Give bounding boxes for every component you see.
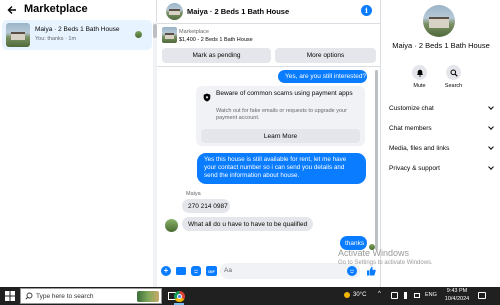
search-icon[interactable] [446,65,461,80]
message-input-placeholder: Aa [224,267,232,274]
scam-warning-body: Watch out for fake emails or requests to… [216,108,347,121]
listing-thumbnail [6,23,30,47]
details-menu: Customize chat Chat members Media, files… [389,98,495,178]
chevron-down-icon [488,144,494,150]
page-title: Marketplace [24,3,88,15]
details-avatar[interactable] [423,5,455,37]
like-icon[interactable] [365,265,376,276]
windows-taskbar: Type here to search 30°C ^ ENG 9:43 PM 1… [0,287,500,305]
clock-date[interactable]: 10/4/2024 [444,296,470,302]
taskbar-search-box[interactable]: Type here to search [20,288,162,304]
info-icon[interactable]: i [361,5,372,16]
network-icon[interactable] [391,292,398,299]
scam-warning-card: Beware of common scams using payment app… [196,86,365,146]
mark-as-pending-button[interactable]: Mark as pending [162,48,271,63]
chat-panel: Maiya · 2 Beds 1 Bath House i Marketplac… [157,0,380,287]
activate-windows-subtitle: Go to Settings to activate Windows. [338,260,433,266]
taskbar-search-placeholder: Type here to search [36,293,94,300]
conversation-preview: You: thanks · 1m [35,36,77,42]
listing-detail[interactable]: $1,400 - 2 Beds 1 Bath House [179,37,253,43]
details-title: Maiya · 2 Beds 1 Bath House [392,41,490,50]
search-icon [24,291,34,301]
more-options-button[interactable]: More options [275,48,376,63]
search-label: Search [444,83,463,89]
emoji-icon[interactable] [347,266,357,276]
customize-chat-row[interactable]: Customize chat [389,98,495,118]
speaker-icon[interactable] [404,292,409,299]
privacy-support-label: Privacy & support [389,164,440,172]
clock-time[interactable]: 9:43 PM [444,288,470,294]
conversation-item[interactable]: Maiya · 2 Beds 1 Bath House You: thanks … [2,20,152,50]
chevron-down-icon [488,164,494,170]
chat-header-avatar[interactable] [166,3,183,20]
conversation-title: Maiya · 2 Beds 1 Bath House [35,26,120,33]
tray-overflow-icon[interactable]: ^ [378,291,381,297]
sender-name: Maiya [186,191,201,197]
customize-chat-label: Customize chat [389,104,434,112]
learn-more-button[interactable]: Learn More [201,129,360,143]
back-arrow-icon[interactable] [6,4,18,16]
search-highlight-image [137,291,159,302]
weather-temperature[interactable]: 30°C [353,292,366,298]
chat-members-row[interactable]: Chat members [389,118,495,138]
shield-icon [202,93,211,102]
mute-label: Mute [413,83,426,89]
bell-icon[interactable] [412,65,427,80]
chevron-down-icon [488,104,494,110]
media-files-links-row[interactable]: Media, files and links [389,138,495,158]
media-files-links-label: Media, files and links [389,144,450,152]
incoming-message[interactable]: 270 214 0987 [182,199,230,213]
weather-icon[interactable] [344,292,350,298]
privacy-support-row[interactable]: Privacy & support [389,158,495,178]
windows-start-icon[interactable] [3,290,17,302]
activate-windows-title: Activate Windows [338,248,410,258]
sticker-icon[interactable] [191,266,201,276]
chat-scrollbar[interactable] [375,70,378,250]
photo-icon[interactable] [176,267,186,275]
keyboard-icon[interactable] [414,293,420,298]
chevron-down-icon [488,124,494,130]
chat-header-title[interactable]: Maiya · 2 Beds 1 Bath House [187,7,289,16]
listing-divider [157,66,380,67]
listing-source: Marketplace [179,29,209,35]
read-receipt-avatar [135,31,142,38]
outgoing-message[interactable]: Yes this house is still available for re… [197,153,366,184]
plus-circle-icon[interactable]: + [161,266,171,276]
gif-icon[interactable]: GIF [206,266,217,276]
outgoing-message[interactable]: Yes, are you still interested? [278,70,367,83]
incoming-message[interactable]: What all do u have to have to be qualifi… [182,217,313,231]
sender-avatar [165,219,178,232]
chrome-icon[interactable] [172,289,186,303]
conversation-details-panel: Maiya · 2 Beds 1 Bath House Mute Search … [380,0,500,287]
active-app-indicator [174,303,184,305]
listing-image[interactable] [162,27,177,43]
header-divider [157,23,380,24]
input-language[interactable]: ENG [425,292,437,298]
chat-members-label: Chat members [389,124,432,132]
scam-warning-title: Beware of common scams using payment app… [216,90,353,97]
notification-icon[interactable] [478,292,486,299]
conversation-list-panel: Marketplace Maiya · 2 Beds 1 Bath House … [0,0,157,287]
